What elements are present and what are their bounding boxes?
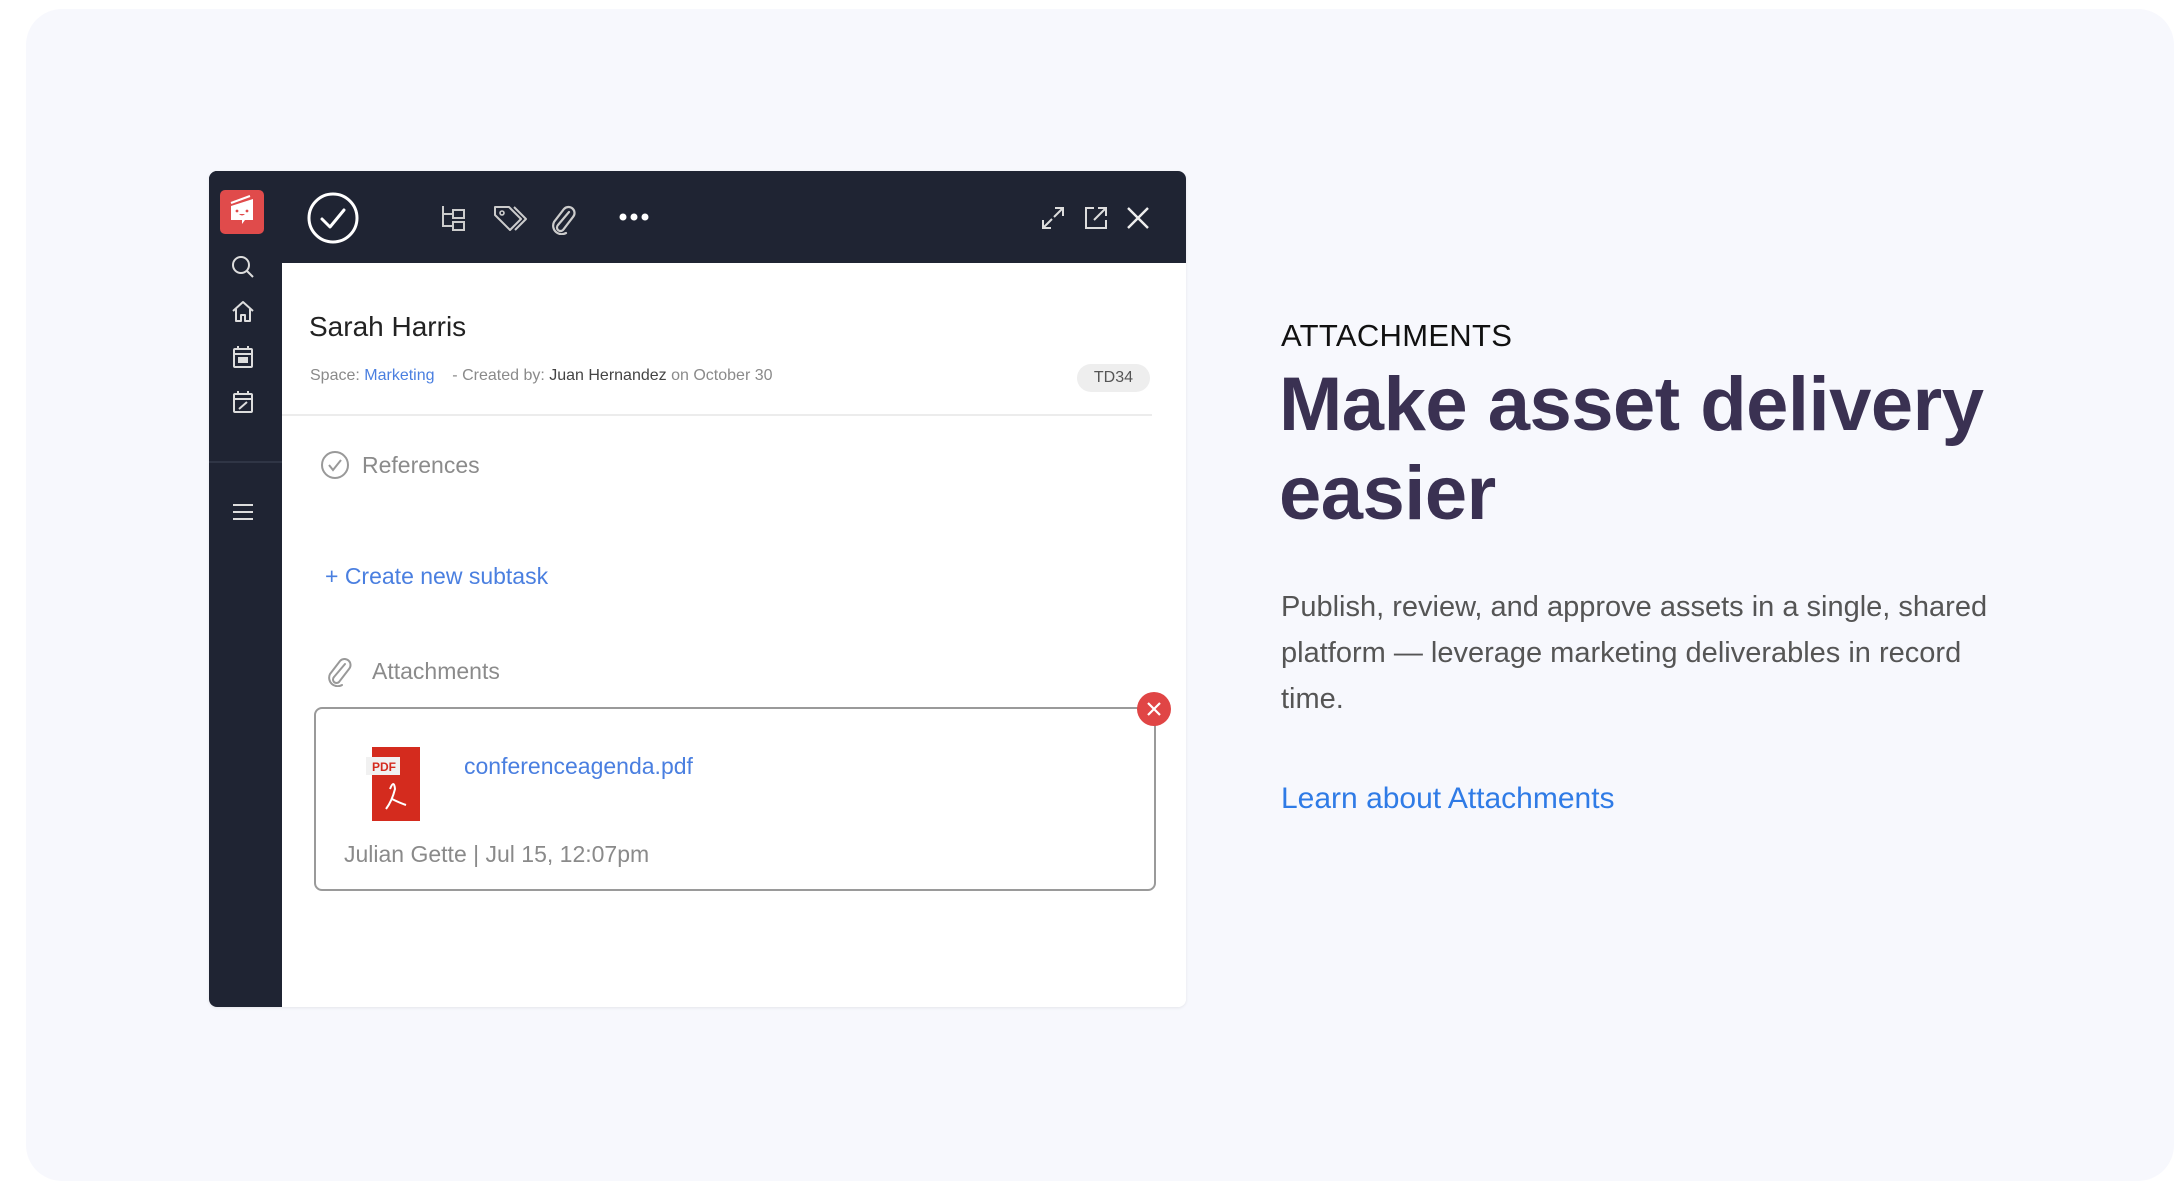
space-link[interactable]: Marketing bbox=[364, 367, 434, 384]
sidebar-divider bbox=[209, 461, 282, 463]
tags-icon[interactable] bbox=[493, 204, 529, 234]
task-window: Sarah Harris Space: Marketing - Created … bbox=[209, 171, 1186, 1007]
references-label: References bbox=[362, 451, 480, 478]
header-divider bbox=[282, 414, 1152, 416]
task-title: Sarah Harris bbox=[309, 311, 467, 342]
attachments-label: Attachments bbox=[372, 657, 500, 684]
hamburger-icon[interactable] bbox=[229, 498, 257, 526]
create-subtask-link[interactable]: + Create new subtask bbox=[325, 563, 548, 590]
open-external-icon[interactable] bbox=[1083, 205, 1109, 231]
page-title: Make asset delivery easier bbox=[1279, 362, 1984, 536]
search-icon[interactable] bbox=[229, 253, 257, 281]
space-label: Space: bbox=[310, 367, 360, 384]
section-eyebrow: ATTACHMENTS bbox=[1281, 318, 1513, 353]
close-icon bbox=[1147, 702, 1161, 716]
more-icon[interactable] bbox=[618, 211, 650, 223]
pdf-label: PDF bbox=[372, 760, 396, 774]
creator-name: Juan Hernandez bbox=[549, 367, 667, 384]
window-toolbar bbox=[209, 171, 1186, 263]
references-section: References bbox=[320, 450, 480, 480]
expand-icon[interactable] bbox=[1040, 205, 1066, 231]
paperclip-icon bbox=[328, 658, 352, 687]
paperclip-icon[interactable] bbox=[549, 203, 577, 235]
calendar-icon[interactable] bbox=[229, 343, 257, 371]
created-date: on October 30 bbox=[671, 367, 773, 384]
check-circle-icon[interactable] bbox=[306, 191, 360, 245]
attachment-filename[interactable]: conferenceagenda.pdf bbox=[464, 753, 693, 780]
task-id-badge: TD34 bbox=[1076, 364, 1150, 392]
task-details: Sarah Harris Space: Marketing - Created … bbox=[282, 263, 1186, 1007]
subtasks-icon[interactable] bbox=[440, 204, 468, 232]
app-logo[interactable] bbox=[220, 190, 264, 234]
created-label: - Created by: bbox=[452, 367, 545, 384]
task-meta: Space: Marketing - Created by: Juan Hern… bbox=[310, 367, 773, 385]
close-icon[interactable] bbox=[1125, 205, 1151, 231]
app-sidebar bbox=[209, 171, 282, 1007]
attachment-card[interactable]: PDF conferenceagenda.pdf Julian Gette | … bbox=[314, 707, 1156, 891]
pdf-file-icon: PDF bbox=[366, 747, 420, 821]
remove-attachment-button[interactable] bbox=[1137, 692, 1171, 726]
calendar-edit-icon[interactable] bbox=[229, 388, 257, 416]
attachments-section: Attachments bbox=[324, 655, 500, 687]
feature-description: Publish, review, and approve assets in a… bbox=[1281, 591, 1988, 715]
learn-more-link[interactable]: Learn about Attachments bbox=[1281, 782, 1615, 816]
home-icon[interactable] bbox=[229, 298, 257, 326]
check-circle-icon bbox=[321, 451, 349, 479]
attachment-meta: Julian Gette | Jul 15, 12:07pm bbox=[344, 841, 650, 867]
